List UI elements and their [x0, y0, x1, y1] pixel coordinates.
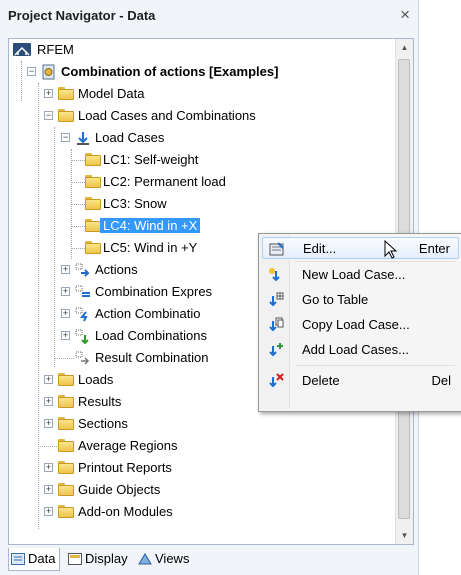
tree-item-label: LC2: Permanent load	[103, 174, 226, 189]
mouse-cursor-icon	[384, 239, 398, 267]
actions-icon	[75, 262, 91, 278]
tree-item-label: Printout Reports	[78, 460, 172, 475]
views-icon	[138, 550, 152, 565]
tree-item-label: Model Data	[78, 86, 145, 101]
action-combination-icon	[75, 306, 91, 322]
tree-item-label: Action Combinatio	[95, 306, 201, 321]
expand-icon[interactable]: +	[61, 309, 70, 318]
folder-icon	[58, 461, 74, 474]
folder-icon	[85, 241, 101, 254]
delete-icon	[268, 373, 284, 389]
menu-item-new-load-case[interactable]: New Load Case...	[262, 264, 459, 286]
project-label: Combination of actions [Examples]	[61, 64, 279, 79]
table-icon	[268, 292, 284, 308]
combination-expression-icon	[75, 284, 91, 300]
load-case-icon	[75, 130, 91, 146]
collapse-icon[interactable]: −	[27, 67, 36, 76]
tree-item-label: Result Combination	[95, 350, 209, 365]
navigator-tabs: Data Display Views	[8, 548, 412, 572]
folder-icon	[85, 219, 101, 232]
expand-icon[interactable]: +	[44, 419, 53, 428]
expand-icon[interactable]: +	[44, 485, 53, 494]
tab-views[interactable]: Views	[136, 548, 193, 570]
load-combination-icon	[75, 328, 91, 345]
rfem-icon	[13, 43, 31, 56]
expand-icon[interactable]: +	[61, 331, 70, 340]
folder-icon	[58, 417, 74, 430]
copy-icon	[268, 317, 284, 333]
new-load-case-icon	[268, 267, 284, 283]
menu-item-add-load-cases[interactable]: Add Load Cases...	[262, 339, 459, 361]
tree-item-label: Actions	[95, 262, 138, 277]
menu-item-label: Delete	[302, 373, 340, 388]
folder-icon	[85, 197, 101, 210]
context-menu: Edit... Enter New Load Case... Go to Tab…	[258, 233, 461, 412]
menu-item-label: Copy Load Case...	[302, 317, 410, 332]
folder-icon	[58, 395, 74, 408]
folder-icon	[85, 175, 101, 188]
expand-icon[interactable]: +	[61, 287, 70, 296]
menu-separator	[295, 261, 455, 262]
expand-icon[interactable]: +	[44, 375, 53, 384]
expand-icon[interactable]: +	[44, 397, 53, 406]
menu-item-delete[interactable]: Delete Del	[262, 370, 459, 392]
menu-shortcut: Enter	[418, 241, 450, 256]
expand-icon[interactable]: +	[44, 463, 53, 472]
expand-icon[interactable]: +	[44, 507, 53, 516]
folder-icon	[58, 373, 74, 386]
project-icon	[41, 64, 57, 80]
result-combination-icon	[75, 350, 91, 366]
navigator-titlebar: Project Navigator - Data ×	[0, 0, 418, 30]
collapse-icon[interactable]: −	[61, 133, 70, 142]
tab-label: Data	[28, 551, 56, 566]
tree-item-label: Guide Objects	[78, 482, 161, 497]
tree-item-label: LC1: Self-weight	[103, 152, 199, 167]
tab-label: Display	[85, 551, 128, 566]
collapse-icon[interactable]: −	[44, 111, 53, 120]
menu-item-copy-load-case[interactable]: Copy Load Case...	[262, 314, 459, 336]
scroll-down-icon[interactable]: ▼	[396, 527, 413, 544]
tree-item-label: LC4: Wind in +X	[100, 218, 201, 233]
folder-open-icon	[58, 109, 74, 122]
data-icon	[11, 550, 25, 565]
close-icon[interactable]: ×	[400, 5, 410, 25]
tree-item-label: Load Cases and Combinations	[78, 108, 256, 123]
folder-icon	[58, 483, 74, 496]
tab-data[interactable]: Data	[8, 548, 61, 571]
menu-item-label: Edit...	[303, 241, 337, 256]
tree-item-label: Load Cases	[95, 130, 165, 145]
menu-item-label: Go to Table	[302, 292, 369, 307]
folder-icon	[85, 153, 101, 166]
menu-item-go-to-table[interactable]: Go to Table	[262, 289, 459, 311]
menu-item-edit[interactable]: Edit... Enter	[262, 237, 459, 259]
menu-shortcut: Del	[431, 373, 451, 388]
tree-item-label: Load Combinations	[95, 328, 208, 343]
tab-display[interactable]: Display	[66, 548, 132, 570]
tree-item-label: LC3: Snow	[103, 196, 167, 211]
tree-item-label: Average Regions	[78, 438, 178, 453]
tree-item-label: Sections	[78, 416, 128, 431]
expand-icon[interactable]: +	[44, 89, 53, 98]
tree-item-label: Add-on Modules	[78, 504, 173, 519]
edit-icon	[269, 241, 285, 257]
tree-item-label: Loads	[78, 372, 114, 387]
add-icon	[268, 342, 284, 358]
menu-item-label: Add Load Cases...	[302, 342, 409, 357]
tree-item-label: Results	[78, 394, 122, 409]
tree-root-label: RFEM	[37, 42, 74, 57]
folder-icon	[58, 87, 74, 100]
scroll-up-icon[interactable]: ▲	[396, 39, 413, 56]
tree-item-label: Combination Expres	[95, 284, 213, 299]
menu-separator	[295, 365, 455, 366]
menu-item-label: New Load Case...	[302, 267, 406, 282]
navigator-title: Project Navigator - Data	[8, 8, 156, 23]
expand-icon[interactable]: +	[61, 265, 70, 274]
folder-icon	[58, 505, 74, 518]
display-icon	[68, 550, 82, 565]
tab-label: Views	[155, 551, 190, 566]
folder-icon	[58, 439, 74, 452]
tree-item-label: LC5: Wind in +Y	[103, 240, 198, 255]
